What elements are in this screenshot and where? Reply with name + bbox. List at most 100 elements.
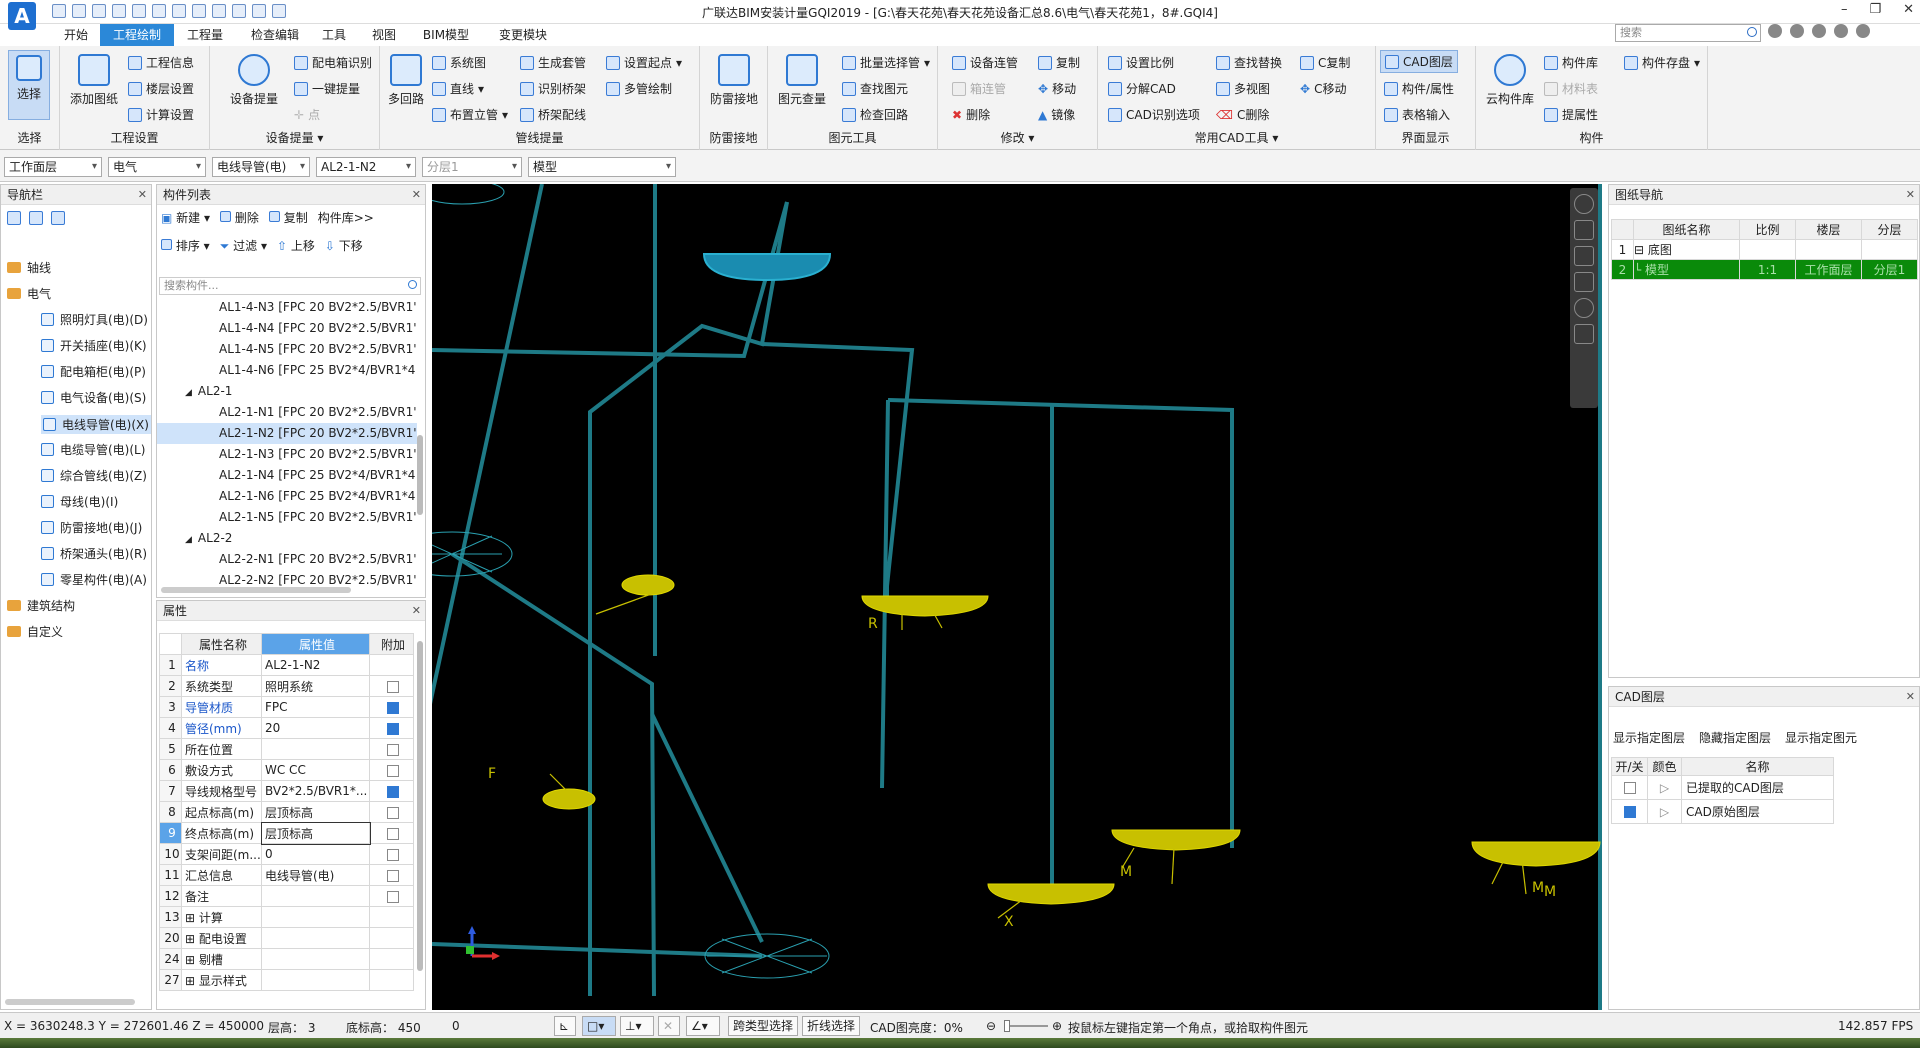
component-group[interactable]: ◢ AL2-2 xyxy=(157,528,417,549)
poly-select-button[interactable]: 折线选择 xyxy=(802,1016,861,1036)
delete-button[interactable]: ✖ 删除 xyxy=(952,106,990,123)
multi-loop-button[interactable]: 多回路 xyxy=(386,54,426,107)
tab-check-edit[interactable]: 检查编辑 xyxy=(240,24,310,46)
property-row[interactable]: 9 终点标高(m) 层顶标高 xyxy=(159,821,414,845)
nav-item[interactable]: 零星构件(电)(A) xyxy=(41,571,147,588)
tab-change-module[interactable]: 变更模块 xyxy=(490,24,556,46)
component-group[interactable]: ◢ AL2-1 xyxy=(157,381,417,402)
component-item[interactable]: AL2-1-N3 [FPC 20 BV2*2.5/BVR1' xyxy=(157,444,417,465)
tab-bim-model[interactable]: BIM模型 xyxy=(414,24,478,46)
cad-layer-row[interactable]: ▷ 已提取的CAD图层 xyxy=(1611,775,1834,800)
property-row[interactable]: 13 ⊞ 计算 xyxy=(159,906,414,928)
mirror-button[interactable]: ▲ 镜像 xyxy=(1038,106,1075,123)
close-icon[interactable]: ✕ xyxy=(412,601,421,621)
attach-checkbox[interactable] xyxy=(387,680,399,693)
property-row[interactable]: 20 ⊞ 配电设置 xyxy=(159,927,414,949)
tab-quantity[interactable]: 工程量 xyxy=(180,24,230,46)
component-item[interactable]: AL2-1-N6 [FPC 25 BV2*4/BVR1*4 xyxy=(157,486,417,507)
show-layer-button[interactable]: 显示指定图层 xyxy=(1613,729,1685,746)
expand-icon[interactable] xyxy=(29,211,43,225)
attach-checkbox[interactable] xyxy=(387,848,399,861)
top-view-icon[interactable] xyxy=(1574,246,1594,266)
nav-item[interactable]: 照明灯具(电)(D) xyxy=(41,311,148,328)
3d-model-canvas[interactable]: R M F M X M xyxy=(432,184,1602,1010)
property-value[interactable] xyxy=(261,906,370,928)
find-replace-button[interactable]: 查找替换 xyxy=(1216,54,1282,71)
paste-icon[interactable] xyxy=(172,4,186,18)
restore-icon[interactable]: ❐ xyxy=(1869,2,1881,17)
nav-item[interactable]: 建筑结构 xyxy=(7,597,75,614)
attach-checkbox[interactable] xyxy=(387,890,399,903)
property-value[interactable] xyxy=(261,948,370,970)
copy-component-button[interactable]: 复制 xyxy=(268,209,308,226)
device-takeoff-button[interactable]: 设备提量 xyxy=(224,54,284,107)
property-value[interactable] xyxy=(261,927,370,949)
property-row[interactable]: 3 导管材质 FPC xyxy=(159,696,414,718)
nav-item[interactable]: 电缆导管(电)(L) xyxy=(41,441,145,458)
nav-item[interactable]: 配电箱柜(电)(P) xyxy=(41,363,146,380)
check-loop-button[interactable]: 检查回路 xyxy=(842,106,908,123)
save-icon[interactable] xyxy=(92,4,106,18)
property-row[interactable]: 4 管径(mm) 20 xyxy=(159,717,414,739)
nav-item[interactable]: 轴线 xyxy=(7,259,51,276)
table-icon[interactable] xyxy=(192,4,206,18)
c-move-button[interactable]: ✥ C移动 xyxy=(1300,80,1346,97)
component-item[interactable]: AL1-4-N6 [FPC 25 BV2*4/BVR1*4 xyxy=(157,360,417,381)
property-value[interactable]: 0 xyxy=(261,843,370,865)
grid-toggle[interactable]: ⊥▾ xyxy=(620,1016,654,1036)
modify-group-label[interactable]: 修改 ▾ xyxy=(938,129,1097,146)
layer-toggle-checkbox[interactable] xyxy=(1623,806,1636,818)
brightness-minus-icon[interactable]: ⊖ xyxy=(986,1019,996,1033)
component-type-select[interactable]: 电线导管(电) xyxy=(212,157,310,177)
close-icon[interactable]: ✕ xyxy=(138,185,147,205)
brightness-slider[interactable] xyxy=(1004,1020,1048,1032)
delete-component-button[interactable]: 删除 xyxy=(220,209,259,226)
property-value[interactable]: 层顶标高 xyxy=(260,821,371,845)
redo-icon[interactable] xyxy=(252,4,266,18)
tab-view[interactable]: 视图 xyxy=(366,24,402,46)
property-row[interactable]: 2 系统类型 照明系统 xyxy=(159,675,414,697)
component-hscrollbar[interactable] xyxy=(161,587,351,593)
system-diagram-button[interactable]: 系统图 xyxy=(432,54,486,71)
layer-select[interactable]: 工作面层 xyxy=(4,157,102,177)
sum-icon[interactable] xyxy=(272,4,286,18)
close-icon[interactable]: ✕ xyxy=(412,185,421,205)
attach-checkbox[interactable] xyxy=(387,785,399,798)
property-row[interactable]: 5 所在位置 xyxy=(159,738,414,760)
settings-icon[interactable] xyxy=(1812,24,1826,38)
calc-settings-button[interactable]: 计算设置 xyxy=(128,106,194,123)
cross-toggle[interactable]: ✕ xyxy=(658,1016,680,1036)
gen-sleeve-button[interactable]: 生成套管 xyxy=(520,54,586,71)
drawing-viewport[interactable]: R M F M X M xyxy=(432,184,1602,1010)
component-lib-button[interactable]: 构件库 xyxy=(1544,54,1598,71)
panel-identify-button[interactable]: 配电箱识别 xyxy=(294,54,372,71)
show-element-button[interactable]: 显示指定图元 xyxy=(1785,729,1857,746)
box-connect-pipe-button[interactable]: 箱连管 xyxy=(952,80,1006,97)
nav-item[interactable]: 防雷接地(电)(J) xyxy=(41,519,142,536)
discipline-select[interactable]: 电气 xyxy=(108,157,206,177)
property-value[interactable]: FPC xyxy=(261,696,370,718)
tab-tools[interactable]: 工具 xyxy=(316,24,352,46)
attach-checkbox[interactable] xyxy=(387,764,399,777)
move-up-button[interactable]: ⇧ 上移 xyxy=(277,237,315,254)
component-item[interactable]: AL2-1-N1 [FPC 20 BV2*2.5/BVR1' xyxy=(157,402,417,423)
cad-tools-group-label[interactable]: 常用CAD工具 ▾ xyxy=(1098,129,1375,146)
sublayer-select[interactable]: 分层1 xyxy=(422,157,522,177)
new-file-icon[interactable] xyxy=(52,4,66,18)
cross-type-select-button[interactable]: 跨类型选择 xyxy=(728,1016,799,1036)
close-icon[interactable]: ✕ xyxy=(1903,2,1914,17)
rotate-icon[interactable] xyxy=(1574,298,1594,318)
hide-layer-button[interactable]: 隐藏指定图层 xyxy=(1699,729,1771,746)
new-component-button[interactable]: ▣ 新建 ▾ xyxy=(161,209,210,226)
property-row[interactable]: 27 ⊞ 显示样式 xyxy=(159,969,414,991)
attach-checkbox[interactable] xyxy=(387,806,399,819)
cad-layer-row[interactable]: ▷ CAD原始图层 xyxy=(1611,799,1834,824)
find-element-button[interactable]: 查找图元 xyxy=(842,80,908,97)
expand-arrow-icon[interactable]: ◢ xyxy=(185,535,192,545)
vertical-pipe-button[interactable]: 布置立管 ▾ xyxy=(432,106,508,123)
drawing-row[interactable]: 2 └ 模型 1:1 工作面层 分层1 xyxy=(1611,259,1918,280)
snap-toggle[interactable]: □▾ xyxy=(582,1016,616,1036)
cad-layer-button[interactable]: CAD图层 xyxy=(1380,50,1458,73)
filter-button[interactable]: ⏷ 过滤 ▾ xyxy=(220,237,267,254)
nav-item[interactable]: 桥架通头(电)(R) xyxy=(41,545,147,562)
